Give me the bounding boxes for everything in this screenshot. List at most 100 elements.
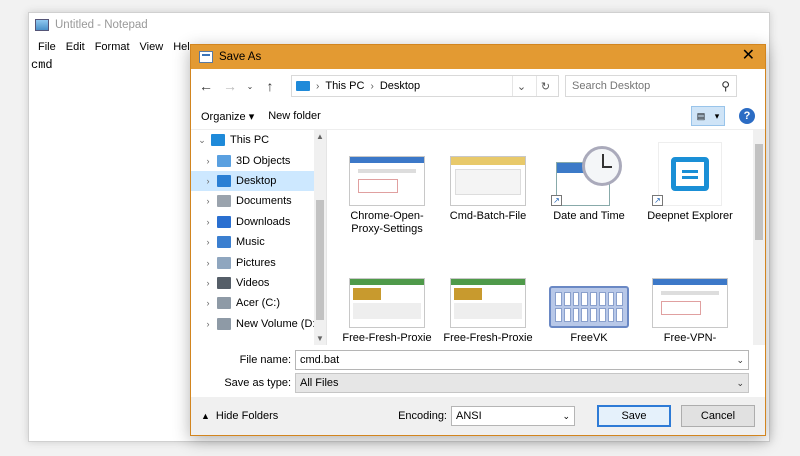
organize-button[interactable]: Organize ▾ — [201, 110, 254, 123]
file-item[interactable]: Cmd-Batch-File — [438, 130, 538, 252]
menu-format[interactable]: Format — [90, 41, 135, 53]
file-item[interactable]: Free-VPN-Chrome-Extension — [640, 252, 740, 345]
notepad-title-bar: Untitled - Notepad — [29, 13, 769, 37]
save-type-select[interactable]: All Files ⌄ — [295, 373, 749, 393]
file-label: Cmd-Batch-File — [449, 210, 527, 222]
search-input[interactable] — [572, 80, 722, 92]
chevron-right-icon[interactable]: › — [201, 196, 215, 206]
address-dropdown-icon[interactable]: ⌄ — [512, 76, 530, 96]
file-item[interactable]: Chrome-Open-Proxy-Settings — [337, 130, 437, 252]
hide-folders-button[interactable]: ▲ Hide Folders — [201, 410, 278, 422]
breadcrumb-this-pc[interactable]: This PC — [325, 80, 364, 92]
shortcut-arrow-icon: ↗ — [652, 195, 663, 206]
sidebar-item-label: Desktop — [236, 174, 277, 187]
chevron-right-icon[interactable]: › — [201, 278, 215, 288]
encoding-label: Encoding: — [398, 410, 447, 422]
recent-locations-chevron-icon[interactable]: ⌄ — [245, 82, 255, 91]
change-view-button[interactable]: ▤ ▾ — [691, 106, 725, 126]
address-row: ← → ⌄ ↑ › This PC › Desktop ⌄ ↻ ⚲ — [191, 69, 765, 103]
file-list-pane: Chrome-Open-Proxy-Settings Cmd-Batch-File… — [327, 130, 765, 345]
cancel-button[interactable]: Cancel — [681, 405, 755, 427]
forward-arrow-icon[interactable]: → — [221, 78, 239, 94]
cube-icon — [217, 154, 231, 167]
file-name-value[interactable]: cmd.bat — [300, 354, 736, 366]
sidebar-item-music[interactable]: › Music — [191, 232, 326, 252]
file-grid: Chrome-Open-Proxy-Settings Cmd-Batch-File… — [337, 130, 765, 345]
search-icon: ⚲ — [721, 79, 730, 93]
breadcrumb-desktop[interactable]: Desktop — [380, 80, 420, 92]
file-label: Free-Fresh-Proxie — [342, 332, 432, 344]
sidebar-item-desktop[interactable]: › Desktop — [191, 170, 326, 192]
screenshot-green-thumbnail-icon — [347, 252, 427, 328]
sidebar-item-acer-c[interactable]: › Acer (C:) — [191, 293, 326, 313]
sidebar-item-label: Pictures — [236, 256, 276, 269]
sidebar-item-label: Videos — [236, 276, 270, 289]
new-folder-button[interactable]: New folder — [268, 110, 321, 122]
view-icon: ▤ — [696, 110, 706, 121]
scroll-up-icon[interactable]: ▲ — [314, 132, 326, 141]
encoding-select[interactable]: ANSI ⌄ — [451, 406, 575, 426]
refresh-icon[interactable]: ↻ — [536, 76, 554, 96]
chevron-right-icon[interactable]: › — [201, 298, 215, 308]
close-icon[interactable]: ✕ — [742, 47, 755, 65]
sidebar-item-documents[interactable]: › Documents — [191, 191, 326, 211]
navigation-pane: ⌄ This PC › 3D Objects › Desktop › Documents › Do… — [191, 130, 327, 345]
scroll-down-icon[interactable]: ▼ — [314, 334, 326, 343]
menu-file[interactable]: File — [33, 41, 61, 53]
menu-edit[interactable]: Edit — [61, 41, 90, 53]
sidebar-item-3d-objects[interactable]: › 3D Objects — [191, 150, 326, 170]
nav-scrollbar[interactable]: ▲ ▼ — [314, 130, 326, 345]
chevron-right-icon[interactable]: › — [201, 176, 215, 186]
chevron-right-icon[interactable]: › — [201, 237, 215, 247]
dialog-title-bar: Save As ✕ — [191, 45, 765, 69]
files-scroll-thumb[interactable] — [755, 144, 763, 240]
file-label: Chrome-Open-Proxy-Settings — [350, 210, 424, 235]
sidebar-item-pictures[interactable]: › Pictures — [191, 252, 326, 272]
chevron-down-icon[interactable]: ⌄ — [195, 135, 209, 146]
chevron-right-icon[interactable]: › — [201, 258, 215, 268]
menu-view[interactable]: View — [135, 41, 169, 53]
file-item[interactable]: ↗ Deepnet Explorer — [640, 130, 740, 252]
video-icon — [217, 276, 231, 289]
chevron-right-icon[interactable]: › — [201, 156, 215, 166]
file-name-label: File name: — [239, 354, 291, 366]
up-arrow-icon[interactable]: ↑ — [261, 78, 279, 94]
file-item[interactable]: FreeVK — [539, 252, 639, 345]
drive-icon — [217, 317, 231, 330]
sidebar-item-new-volume-d[interactable]: › New Volume (D: — [191, 314, 326, 334]
notepad-title: Untitled - Notepad — [55, 19, 148, 31]
hide-folders-label: Hide Folders — [215, 410, 279, 422]
sidebar-item-label: Acer (C:) — [236, 297, 280, 310]
command-bar: Organize ▾ New folder ▤ ▾ ? — [191, 103, 765, 129]
save-button[interactable]: Save — [597, 405, 671, 427]
nav-scroll-thumb[interactable] — [316, 200, 324, 320]
file-label: Free-VPN-Chrome-Extension — [663, 332, 717, 344]
save-dialog-icon — [199, 51, 213, 63]
app-thumbnail-icon: ↗ — [650, 130, 730, 206]
file-label: FreeVK — [570, 332, 608, 344]
file-label: Date and Time — [553, 210, 625, 222]
chevron-down-icon[interactable]: ⌄ — [736, 355, 744, 366]
breadcrumb-separator-icon: › — [370, 80, 374, 92]
sidebar-item-this-pc[interactable]: ⌄ This PC — [191, 130, 326, 150]
address-bar[interactable]: › This PC › Desktop ⌄ ↻ — [291, 75, 559, 97]
file-item[interactable]: Free-Fresh-Proxie — [438, 252, 538, 345]
search-box[interactable]: ⚲ — [565, 75, 737, 97]
file-item[interactable]: ↗ Date and Time — [539, 130, 639, 252]
pc-icon — [211, 134, 225, 147]
breadcrumb-separator-icon: › — [316, 80, 320, 92]
save-type-value: All Files — [300, 377, 339, 389]
file-item[interactable]: Free-Fresh-Proxie — [337, 252, 437, 345]
sidebar-item-videos[interactable]: › Videos — [191, 273, 326, 293]
file-name-row: File name: cmd.bat ⌄ — [191, 349, 765, 371]
save-as-dialog: Save As ✕ ← → ⌄ ↑ › This PC › Desktop ⌄ … — [190, 44, 766, 436]
help-icon[interactable]: ? — [739, 108, 755, 124]
chevron-right-icon[interactable]: › — [201, 217, 215, 227]
back-arrow-icon[interactable]: ← — [197, 78, 215, 94]
sidebar-item-downloads[interactable]: › Downloads — [191, 212, 326, 232]
file-name-field[interactable]: cmd.bat ⌄ — [295, 350, 749, 370]
files-scrollbar[interactable] — [753, 130, 765, 345]
chevron-right-icon[interactable]: › — [201, 319, 215, 329]
dialog-body: ⌄ This PC › 3D Objects › Desktop › Documents › Do… — [191, 129, 765, 345]
chevron-down-icon[interactable]: ⌄ — [736, 378, 744, 389]
